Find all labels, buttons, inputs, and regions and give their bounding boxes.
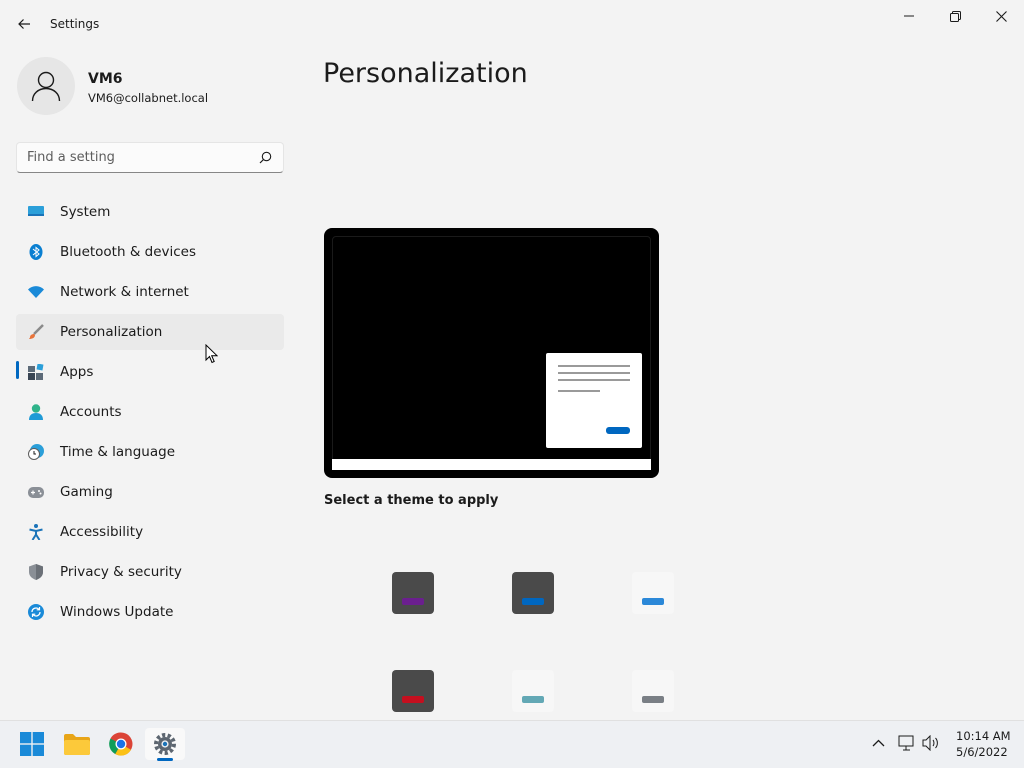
sidebar-item-label: Privacy & security xyxy=(60,564,182,580)
sidebar-item-bluetooth[interactable]: Bluetooth & devices xyxy=(16,234,284,270)
sidebar-item-label: Personalization xyxy=(60,324,163,340)
sidebar-item-gaming[interactable]: Gaming xyxy=(16,474,284,510)
file-explorer-icon xyxy=(64,734,90,755)
theme-accent-swatch xyxy=(642,696,664,703)
theme-section-label: Select a theme to apply xyxy=(324,493,499,508)
search-icon[interactable] xyxy=(259,151,272,164)
chrome-button[interactable] xyxy=(101,728,141,760)
title-bar: Settings xyxy=(0,0,1024,48)
start-button[interactable] xyxy=(12,728,52,760)
active-app-indicator xyxy=(157,758,173,761)
avatar[interactable] xyxy=(17,57,75,115)
sidebar-item-label: Windows Update xyxy=(60,604,174,620)
preview-button xyxy=(606,427,630,434)
file-explorer-button[interactable] xyxy=(57,728,97,760)
minimize-icon xyxy=(904,15,914,17)
theme-option-1[interactable] xyxy=(392,572,434,614)
sidebar-item-system[interactable]: System xyxy=(16,194,284,230)
bluetooth-icon xyxy=(28,244,44,260)
sidebar-item-time-language[interactable]: Time & language xyxy=(16,434,284,470)
sidebar-item-label: Gaming xyxy=(60,484,113,500)
user-avatar-icon xyxy=(31,71,61,102)
sidebar-item-privacy-security[interactable]: Privacy & security xyxy=(16,554,284,590)
restore-icon xyxy=(949,10,961,22)
preview-window xyxy=(546,353,642,448)
theme-accent-swatch xyxy=(522,696,544,703)
chrome-icon xyxy=(109,732,133,756)
theme-accent-swatch xyxy=(402,696,424,703)
sidebar-item-label: Apps xyxy=(60,364,94,380)
accessibility-icon xyxy=(28,524,44,540)
system-icon xyxy=(28,204,44,220)
brush-icon xyxy=(28,324,44,340)
preview-taskbar xyxy=(332,459,651,470)
network-status-icon[interactable] xyxy=(898,735,916,751)
app-title: Settings xyxy=(50,17,100,31)
search-box[interactable] xyxy=(16,142,284,173)
page-title: Personalization xyxy=(323,58,528,89)
preview-text-line xyxy=(558,390,600,392)
shield-icon xyxy=(28,564,44,580)
theme-option-6[interactable] xyxy=(632,670,674,712)
sidebar-item-label: Accounts xyxy=(60,404,122,420)
theme-option-5[interactable] xyxy=(512,670,554,712)
settings-button[interactable] xyxy=(145,728,185,760)
preview-text-line xyxy=(558,379,630,381)
sidebar-item-label: Network & internet xyxy=(60,284,189,300)
theme-option-2[interactable] xyxy=(512,572,554,614)
sidebar-item-accessibility[interactable]: Accessibility xyxy=(16,514,284,550)
back-button[interactable] xyxy=(12,12,36,36)
search-input[interactable] xyxy=(27,150,247,165)
theme-accent-swatch xyxy=(402,598,424,605)
preview-text-line xyxy=(558,365,630,367)
sidebar-item-personalization[interactable]: Personalization xyxy=(16,314,284,350)
apps-icon xyxy=(28,364,44,380)
close-icon xyxy=(995,10,1007,22)
wifi-icon xyxy=(28,284,44,300)
sidebar-item-label: Bluetooth & devices xyxy=(60,244,197,260)
update-icon xyxy=(28,604,44,620)
theme-accent-swatch xyxy=(642,598,664,605)
theme-option-4[interactable] xyxy=(392,670,434,712)
clock-date[interactable]: 5/6/2022 xyxy=(956,745,1008,759)
sidebar-nav: System Bluetooth & devices Network & int… xyxy=(16,194,284,634)
preview-text-line xyxy=(558,372,630,374)
settings-icon xyxy=(154,733,176,755)
theme-accent-swatch xyxy=(522,598,544,605)
clock-time[interactable]: 10:14 AM xyxy=(956,729,1011,743)
start-icon xyxy=(20,732,44,756)
sidebar-item-label: Time & language xyxy=(60,444,176,460)
sidebar-item-accounts[interactable]: Accounts xyxy=(16,394,284,430)
sidebar-item-label: Accessibility xyxy=(60,524,144,540)
gamepad-icon xyxy=(28,484,44,500)
sidebar-item-apps[interactable]: Apps xyxy=(16,354,284,390)
user-email: VM6@collabnet.local xyxy=(88,91,209,105)
volume-icon[interactable] xyxy=(922,735,940,751)
sidebar-item-label: System xyxy=(60,204,111,220)
sidebar-item-network[interactable]: Network & internet xyxy=(16,274,284,310)
sidebar-item-windows-update[interactable]: Windows Update xyxy=(16,594,284,630)
minimize-button[interactable] xyxy=(886,0,932,32)
clock-globe-icon xyxy=(28,444,44,460)
user-name: VM6 xyxy=(88,71,123,87)
close-button[interactable] xyxy=(978,0,1024,32)
theme-preview xyxy=(324,228,659,478)
accounts-icon xyxy=(28,404,44,420)
mouse-cursor-icon xyxy=(205,344,218,364)
chevron-up-icon[interactable] xyxy=(872,738,885,748)
theme-option-3[interactable] xyxy=(632,572,674,614)
back-arrow-icon xyxy=(18,19,30,29)
maximize-button[interactable] xyxy=(932,0,978,32)
selection-indicator xyxy=(16,361,19,379)
